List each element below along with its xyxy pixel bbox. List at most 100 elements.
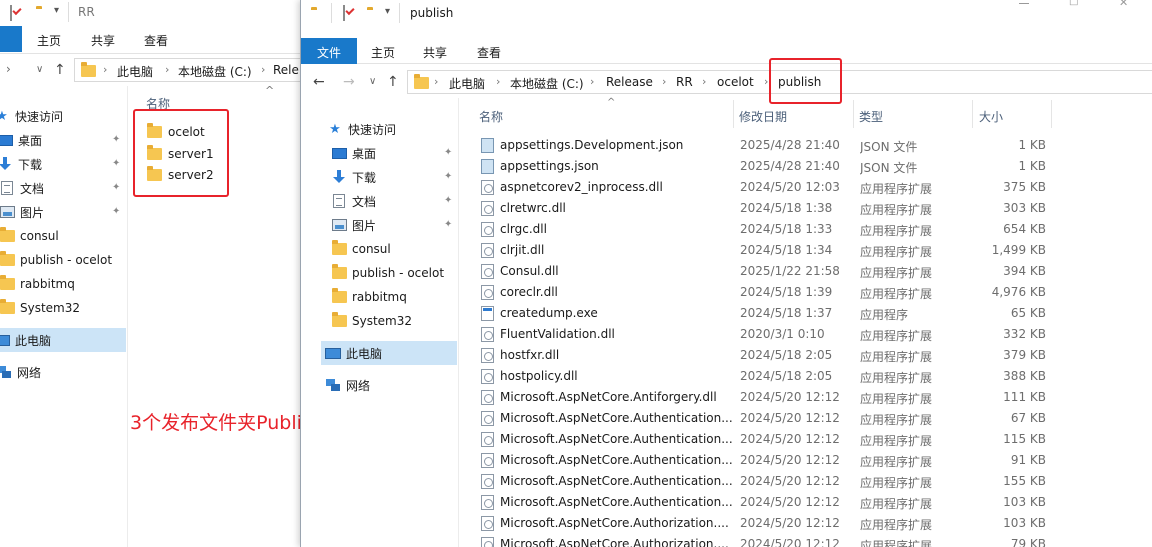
properties-icon[interactable]	[343, 5, 345, 21]
tab-home[interactable]: 主页	[37, 32, 61, 49]
file-row[interactable]: aspnetcorev2_inprocess.dll 2024/5/20 12:0…	[479, 177, 1152, 198]
file-size: 155 KB	[1003, 474, 1046, 488]
nav-item-publish-ocelot[interactable]: publish - ocelot	[0, 248, 112, 272]
nav-item-system32[interactable]: System32	[331, 309, 412, 333]
file-row[interactable]: clretwrc.dll 2024/5/18 1:38 应用程序扩展 303 KB	[479, 198, 1152, 219]
crumb-ocelot[interactable]: ocelot	[717, 75, 754, 89]
pin-icon[interactable]: ✦	[112, 182, 120, 193]
maximize-icon[interactable]: □	[1069, 0, 1078, 7]
up-arrow-icon[interactable]: ↑	[387, 74, 399, 90]
crumb-release[interactable]: Rele	[273, 63, 299, 77]
column-header-type[interactable]: 类型	[859, 108, 883, 125]
minimize-icon[interactable]	[1019, 0, 1029, 4]
nav-label: 快速访问	[15, 109, 64, 124]
column-separator[interactable]	[853, 100, 854, 128]
nav-item-publish-ocelot[interactable]: publish - ocelot	[331, 261, 444, 285]
file-row[interactable]: Microsoft.AspNetCore.Authentication... 20…	[479, 429, 1152, 450]
pin-icon[interactable]: ✦	[444, 195, 452, 206]
pin-icon[interactable]: ✦	[444, 147, 452, 158]
file-row[interactable]: createdump.exe 2024/5/18 1:37 应用程序 65 KB	[479, 303, 1152, 324]
column-separator[interactable]	[1051, 100, 1052, 128]
column-separator[interactable]	[733, 100, 734, 128]
tab-share[interactable]: 共享	[91, 32, 115, 49]
file-row[interactable]: Microsoft.AspNetCore.Authentication... 20…	[479, 408, 1152, 429]
crumb-this-pc[interactable]: 此电脑	[117, 63, 153, 80]
forward-icon[interactable]: ›	[6, 62, 11, 76]
nav-item-downloads[interactable]: 下载	[331, 165, 376, 189]
tab-view[interactable]: 查看	[144, 32, 168, 49]
close-icon[interactable]: ✕	[1119, 0, 1128, 9]
file-row[interactable]: Consul.dll 2025/1/22 21:58 应用程序扩展 394 KB	[479, 261, 1152, 282]
document-icon	[333, 194, 345, 208]
pin-icon[interactable]: ✦	[444, 171, 452, 182]
crumb-local-disk[interactable]: 本地磁盘 (C:)	[510, 75, 584, 92]
file-row[interactable]: hostfxr.dll 2024/5/18 2:05 应用程序扩展 379 KB	[479, 345, 1152, 366]
nav-item-pictures[interactable]: 图片	[0, 200, 44, 224]
nav-item-downloads[interactable]: 下载	[0, 152, 42, 176]
nav-item-rabbitmq[interactable]: rabbitmq	[331, 285, 407, 309]
nav-label: 桌面	[18, 133, 43, 148]
tab-view[interactable]: 查看	[477, 44, 501, 61]
recent-dropdown-icon[interactable]: ∨	[369, 76, 376, 87]
crumb-this-pc[interactable]: 此电脑	[449, 75, 485, 92]
address-bar[interactable]: › 此电脑 › 本地磁盘 (C:) › Rele	[74, 58, 300, 82]
crumb-release[interactable]: Release	[606, 75, 653, 89]
nav-item-network[interactable]: 网络	[0, 360, 41, 384]
nav-item-rabbitmq[interactable]: rabbitmq	[0, 272, 75, 296]
nav-item-system32[interactable]: System32	[0, 296, 80, 320]
file-row[interactable]: coreclr.dll 2024/5/18 1:39 应用程序扩展 4,976 KB	[479, 282, 1152, 303]
up-arrow-icon[interactable]: ↑	[54, 62, 66, 78]
back-arrow-icon[interactable]: ←	[313, 74, 325, 90]
nav-item-network[interactable]: 网络	[325, 373, 370, 397]
file-type: 应用程序扩展	[860, 224, 933, 238]
column-header-name[interactable]: 名称	[479, 108, 503, 125]
nav-item-documents[interactable]: 文档	[0, 176, 44, 200]
properties-icon[interactable]	[10, 5, 12, 21]
file-row[interactable]: Microsoft.AspNetCore.Authentication... 20…	[479, 492, 1152, 513]
document-icon	[1, 181, 13, 195]
nav-item-consul[interactable]: consul	[0, 224, 59, 248]
crumb-rr[interactable]: RR	[676, 75, 693, 89]
recent-dropdown-icon[interactable]: ∨	[36, 64, 43, 75]
nav-item-desktop[interactable]: 桌面	[331, 141, 376, 165]
pin-icon[interactable]: ✦	[112, 158, 120, 169]
nav-item-pictures[interactable]: 图片	[331, 213, 376, 237]
nav-item-this-pc[interactable]: 此电脑	[0, 328, 126, 352]
file-row[interactable]: Microsoft.AspNetCore.Authentication... 20…	[479, 450, 1152, 471]
folder-icon	[331, 288, 347, 303]
file-row[interactable]: appsettings.Development.json 2025/4/28 21…	[479, 135, 1152, 156]
file-row[interactable]: Microsoft.AspNetCore.Authentication... 20…	[479, 471, 1152, 492]
file-row[interactable]: clrjit.dll 2024/5/18 1:34 应用程序扩展 1,499 KB	[479, 240, 1152, 261]
pin-icon[interactable]: ✦	[112, 134, 120, 145]
nav-item-consul[interactable]: consul	[331, 237, 391, 261]
file-size: 1 KB	[1018, 138, 1046, 152]
file-tab-partial[interactable]	[0, 26, 22, 52]
column-header-size[interactable]: 大小	[979, 108, 1003, 125]
file-row[interactable]: appsettings.json 2025/4/28 21:40 JSON 文件 1 …	[479, 156, 1152, 177]
tab-home[interactable]: 主页	[371, 44, 395, 61]
nav-item-documents[interactable]: 文档	[331, 189, 376, 213]
nav-label: 下载	[352, 170, 377, 185]
dll-file-icon	[481, 537, 494, 547]
nav-quick-access[interactable]: ★ 快速访问	[327, 117, 396, 141]
tab-share[interactable]: 共享	[423, 44, 447, 61]
file-row[interactable]: FluentValidation.dll 2020/3/1 0:10 应用程序扩展 3…	[479, 324, 1152, 345]
column-separator[interactable]	[972, 100, 973, 128]
file-row[interactable]: Microsoft.AspNetCore.Antiforgery.dll 2024…	[479, 387, 1152, 408]
nav-quick-access[interactable]: ★ 快速访问	[0, 104, 63, 128]
file-row[interactable]: Microsoft.AspNetCore.Authorization.... 20…	[479, 513, 1152, 534]
nav-item-desktop[interactable]: 桌面	[0, 128, 42, 152]
file-row[interactable]: clrgc.dll 2024/5/18 1:33 应用程序扩展 654 KB	[479, 219, 1152, 240]
qa-dropdown-icon[interactable]: ▾	[54, 5, 59, 16]
nav-item-this-pc[interactable]: 此电脑	[321, 341, 457, 365]
tab-file[interactable]: 文件	[301, 38, 357, 64]
file-row[interactable]: Microsoft.AspNetCore.Authorization.... 20…	[479, 534, 1152, 547]
column-header-date[interactable]: 修改日期	[739, 108, 787, 125]
crumb-local-disk[interactable]: 本地磁盘 (C:)	[178, 63, 252, 80]
file-row[interactable]: hostpolicy.dll 2024/5/18 2:05 应用程序扩展 388 KB	[479, 366, 1152, 387]
pin-icon[interactable]: ✦	[112, 206, 120, 217]
forward-arrow-icon[interactable]: →	[343, 74, 355, 90]
nav-label: consul	[20, 229, 59, 243]
qa-dropdown-icon[interactable]: ▾	[385, 6, 390, 17]
pin-icon[interactable]: ✦	[444, 219, 452, 230]
